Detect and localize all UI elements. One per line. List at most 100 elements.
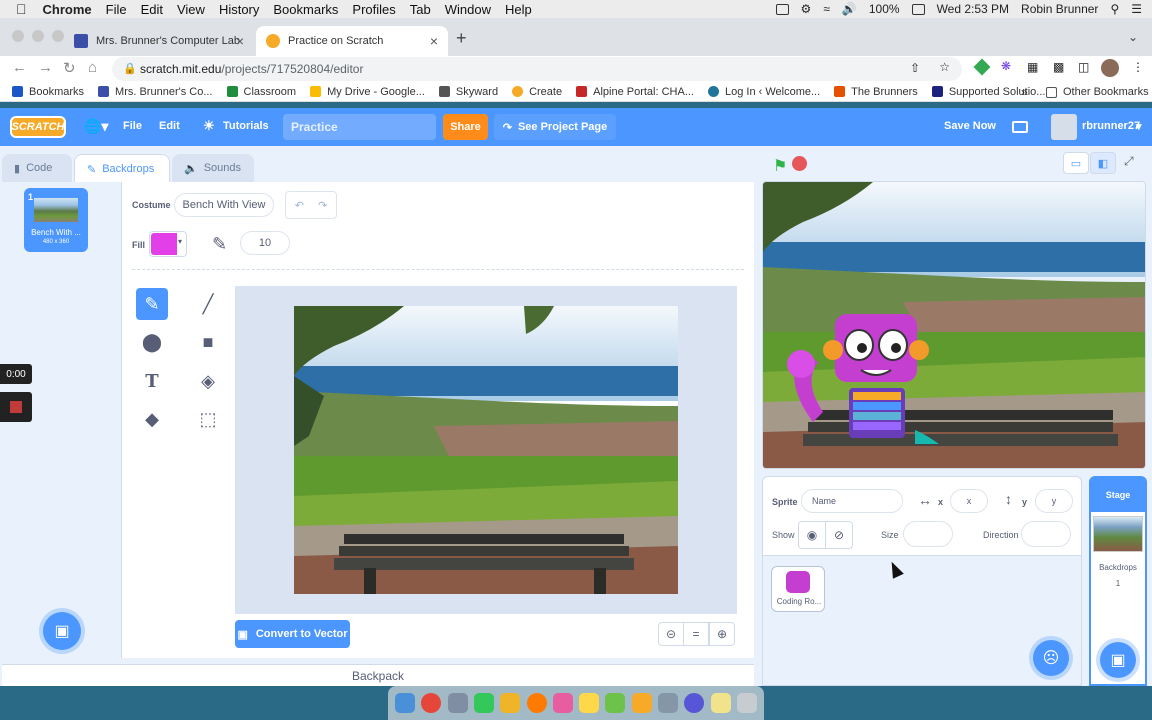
other-bookmarks[interactable]: Other Bookmarks: [1046, 86, 1149, 98]
project-title-input[interactable]: Practice: [283, 114, 436, 140]
close-tab-icon[interactable]: ×: [236, 33, 244, 49]
normal-stage-icon[interactable]: ◧: [1090, 152, 1116, 174]
tutorials-button[interactable]: Tutorials: [223, 120, 269, 132]
undo-icon[interactable]: ↶: [295, 199, 304, 212]
save-now-button[interactable]: Save Now: [944, 120, 996, 132]
bookmark-skyward[interactable]: Skyward: [438, 86, 498, 98]
small-stage-icon[interactable]: ▭: [1063, 152, 1089, 174]
sidebar-icon[interactable]: ◫: [1078, 60, 1089, 74]
launchpad-icon[interactable]: [447, 693, 468, 713]
bookmark-brunners-co[interactable]: Mrs. Brunner's Co...: [98, 86, 213, 98]
choose-sprite-button[interactable]: ☹: [1033, 640, 1069, 676]
menu-history[interactable]: History: [219, 2, 259, 17]
select-tool-icon[interactable]: ⬚: [192, 403, 224, 435]
tab-search-icon[interactable]: ⌄: [1128, 30, 1138, 44]
scratch-logo[interactable]: SCRATCH: [10, 116, 66, 138]
trash-icon[interactable]: [736, 693, 757, 713]
home-icon[interactable]: ⌂: [88, 59, 97, 76]
puzzle-icon[interactable]: ▩: [1053, 60, 1064, 74]
app-menu-chrome[interactable]: Chrome: [43, 2, 92, 17]
paint-canvas[interactable]: [294, 306, 678, 594]
bookmark-supported-solutions[interactable]: Supported Solutio...: [931, 86, 1045, 98]
close-window-icon[interactable]: [12, 30, 24, 42]
control-center-icon[interactable]: ☰: [1131, 2, 1142, 16]
stop-icon[interactable]: [792, 156, 807, 171]
notes-icon[interactable]: [579, 693, 600, 713]
drive-extension-icon[interactable]: [973, 58, 991, 76]
choose-backdrop-button[interactable]: ▣: [43, 612, 81, 650]
convert-to-vector-button[interactable]: ▣ Convert to Vector: [235, 620, 350, 648]
messages-icon[interactable]: [473, 693, 494, 713]
size-input[interactable]: [903, 521, 953, 547]
y-input[interactable]: y: [1035, 489, 1073, 513]
stage-target-pane[interactable]: Stage Backdrops 1 ▣: [1089, 476, 1147, 686]
bookmark-classroom[interactable]: Classroom: [226, 86, 296, 98]
eye-slash-icon[interactable]: ⊘: [826, 522, 852, 548]
globe-icon[interactable]: 🌐▾: [84, 118, 108, 135]
chrome-icon[interactable]: [421, 693, 442, 713]
text-tool-icon[interactable]: T: [136, 365, 168, 397]
brush-tool-icon[interactable]: ✎: [136, 288, 168, 320]
stage-canvas[interactable]: [762, 181, 1146, 469]
bookmark-the-brunners[interactable]: The Brunners: [834, 86, 918, 98]
finder-icon[interactable]: [395, 693, 416, 713]
bookmark-my-drive[interactable]: My Drive - Google...: [310, 86, 425, 98]
sprite-name-input[interactable]: Name: [801, 489, 903, 513]
apple-icon[interactable]: : [16, 1, 27, 17]
stop-recording-button[interactable]: [0, 392, 32, 422]
circle-tool-icon[interactable]: ⬤: [136, 326, 168, 358]
account-menu[interactable]: rbrunner27: [1082, 120, 1140, 132]
backpack-panel[interactable]: Backpack: [2, 664, 754, 686]
menu-file[interactable]: File: [123, 120, 142, 132]
photos-icon[interactable]: [500, 693, 521, 713]
line-tool-icon[interactable]: ╱: [192, 288, 224, 320]
fullscreen-icon[interactable]: ⤢: [1124, 154, 1134, 169]
menu-help[interactable]: Help: [505, 2, 532, 17]
search-icon[interactable]: ⚲: [1110, 2, 1119, 16]
app-icon[interactable]: [710, 693, 731, 713]
reload-icon[interactable]: ↻: [63, 59, 76, 77]
close-tab-icon[interactable]: ×: [430, 33, 438, 49]
app-icon[interactable]: [552, 693, 573, 713]
fill-color-picker[interactable]: ▾: [149, 231, 187, 257]
extension-icon[interactable]: ▦: [1027, 60, 1038, 74]
menu-view[interactable]: View: [177, 2, 205, 17]
firefox-icon[interactable]: [526, 693, 547, 713]
extension-icon[interactable]: ❋: [1001, 59, 1011, 73]
lock-icon[interactable]: 🔒: [123, 62, 137, 75]
app-icon[interactable]: [605, 693, 626, 713]
gear-icon[interactable]: ⚙: [801, 2, 812, 16]
avatar[interactable]: [1051, 114, 1077, 140]
direction-input[interactable]: [1021, 521, 1071, 547]
eraser-tool-icon[interactable]: ◆: [136, 403, 168, 435]
new-tab-icon[interactable]: +: [456, 28, 467, 49]
bookmark-star-icon[interactable]: ☆: [939, 60, 950, 74]
costume-name-input[interactable]: Bench With View: [174, 193, 274, 217]
see-project-page-button[interactable]: ↷ See Project Page: [494, 114, 616, 140]
more-menu-icon[interactable]: ⋮: [1132, 60, 1144, 74]
menu-edit[interactable]: Edit: [159, 120, 180, 132]
zoom-window-icon[interactable]: [52, 30, 64, 42]
profile-avatar[interactable]: [1101, 59, 1119, 77]
x-input[interactable]: x: [950, 489, 988, 513]
user-name[interactable]: Robin Brunner: [1021, 2, 1098, 16]
forward-icon[interactable]: →: [38, 59, 53, 76]
tab-backdrops[interactable]: ✎ Backdrops: [74, 154, 170, 183]
share-button[interactable]: Share: [443, 114, 488, 140]
tab-computer-lab[interactable]: Mrs. Brunner's Computer Lab ×: [64, 26, 254, 56]
battery-percent[interactable]: 100%: [869, 2, 900, 16]
rectangle-tool-icon[interactable]: ■: [192, 326, 224, 358]
url-bar[interactable]: 🔒 scratch.mit.edu/projects/717520804/edi…: [112, 57, 962, 81]
redo-icon[interactable]: ↷: [318, 199, 327, 212]
bookmark-create[interactable]: Create: [512, 86, 562, 98]
back-icon[interactable]: ←: [12, 59, 27, 76]
bookmark-log-in[interactable]: Log In ‹ Welcome...: [707, 86, 820, 98]
app-icon[interactable]: [657, 693, 678, 713]
more-bookmarks-icon[interactable]: »: [1021, 85, 1028, 99]
wifi-icon[interactable]: ≈: [823, 2, 830, 16]
zoom-reset-button[interactable]: =: [683, 622, 709, 646]
sprite-tile[interactable]: Coding Ro...: [771, 566, 825, 612]
scratch-app-icon[interactable]: [631, 693, 652, 713]
app-icon[interactable]: [684, 693, 705, 713]
bookmark-bookmarks[interactable]: Bookmarks: [12, 86, 84, 98]
